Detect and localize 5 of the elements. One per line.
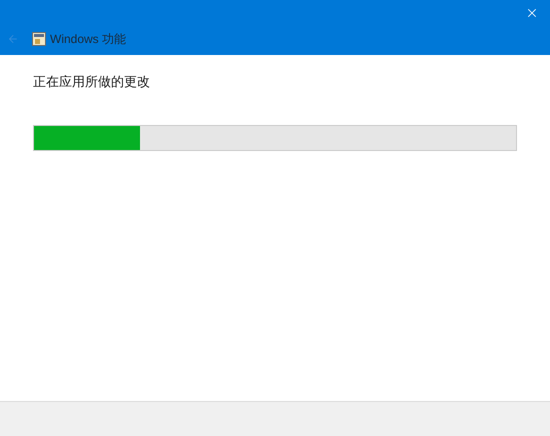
close-icon xyxy=(525,6,539,20)
window-title: Windows 功能 xyxy=(50,31,126,48)
window-app-icon xyxy=(32,32,46,46)
status-text: 正在应用所做的更改 xyxy=(33,74,151,92)
back-arrow-icon xyxy=(7,33,19,45)
